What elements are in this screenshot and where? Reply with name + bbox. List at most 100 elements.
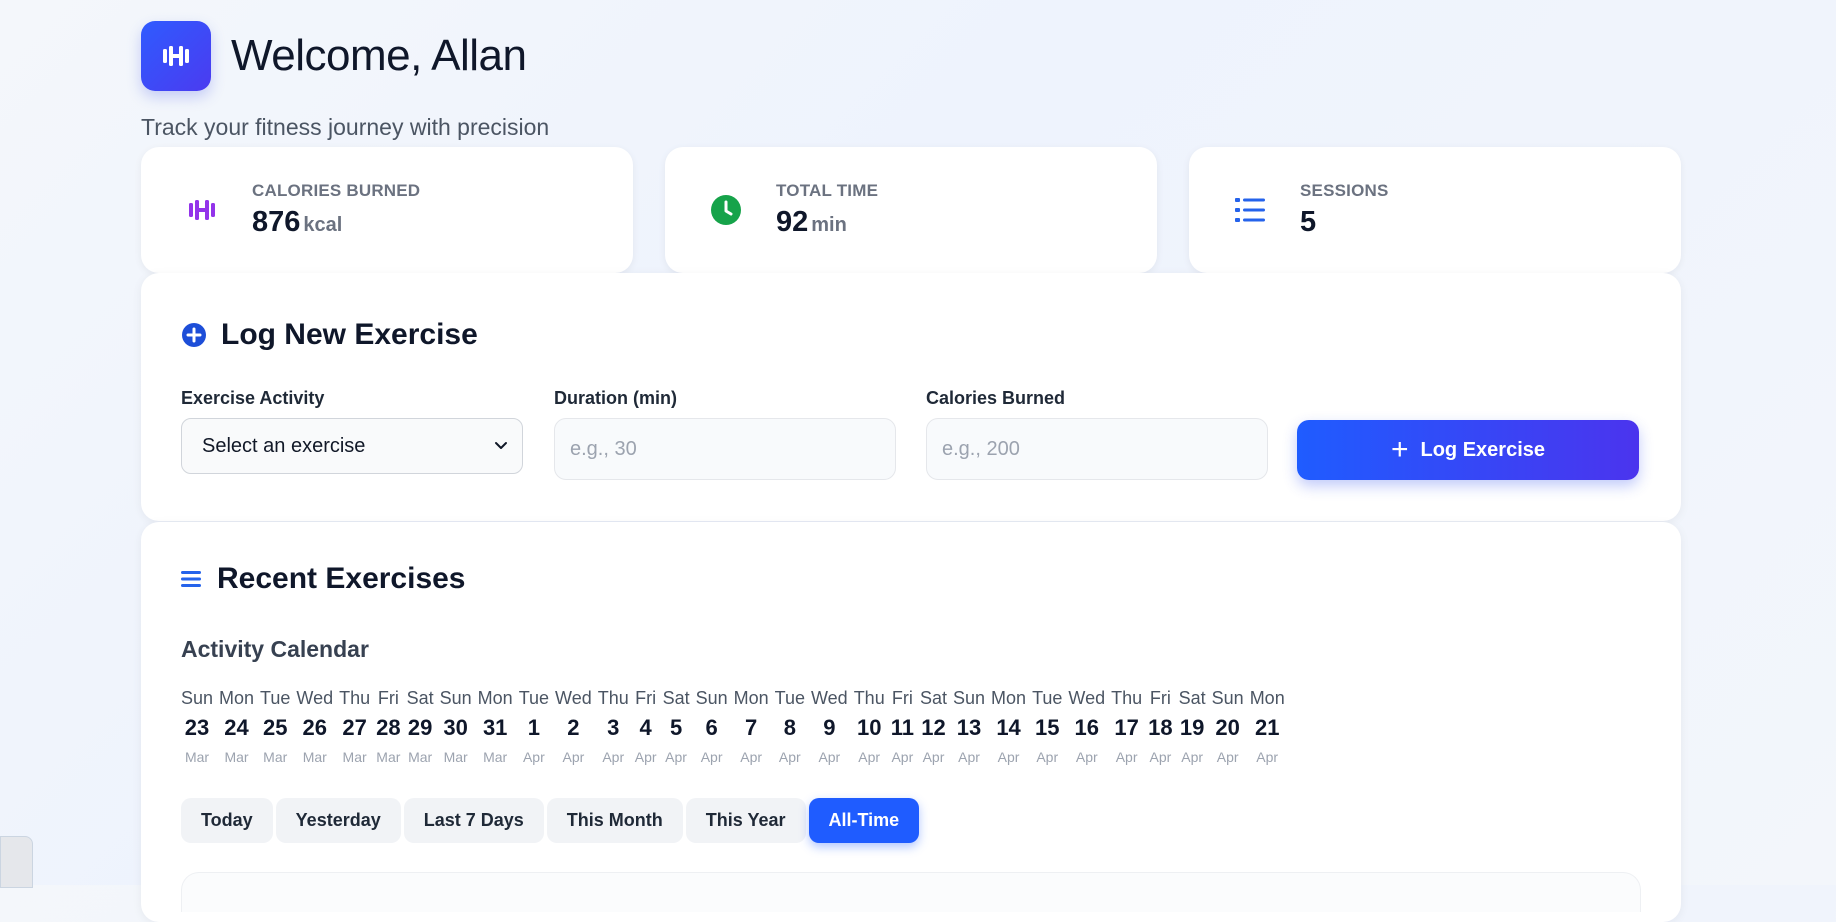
calendar-day[interactable]: Wed 9 Apr	[811, 688, 848, 765]
plus-circle-icon	[182, 323, 206, 347]
clock-icon	[706, 190, 746, 230]
duration-input[interactable]: e.g., 30	[554, 418, 896, 480]
calendar-day[interactable]: Sun 20 Apr	[1212, 688, 1244, 765]
calendar-day-month: Apr	[958, 749, 980, 765]
filter-button-last-7-days[interactable]: Last 7 Days	[403, 798, 544, 843]
recent-exercises-title: Recent Exercises	[217, 562, 466, 595]
calendar-day-weekday: Wed	[811, 688, 848, 708]
calendar-day[interactable]: Mon 7 Apr	[734, 688, 769, 765]
calendar-day[interactable]: Thu 3 Apr	[598, 688, 629, 765]
calendar-day-weekday: Wed	[555, 688, 592, 708]
log-exercise-panel: Log New Exercise Exercise Activity Selec…	[141, 273, 1681, 521]
calendar-day[interactable]: Sat 5 Apr	[663, 688, 690, 765]
calendar-day[interactable]: Sun 6 Apr	[696, 688, 728, 765]
calendar-day-month: Mar	[443, 749, 468, 765]
calendar-day-date: 2	[567, 715, 580, 740]
calendar-day[interactable]: Mon 31 Mar	[478, 688, 513, 765]
stat-value: 5	[1300, 206, 1317, 238]
calendar-day-date: 25	[262, 715, 288, 740]
stat-unit: min	[811, 214, 847, 236]
calendar-day-weekday: Tue	[774, 688, 805, 708]
dumbbell-icon	[163, 46, 189, 66]
calendar-day[interactable]: Thu 17 Apr	[1111, 688, 1142, 765]
calendar-day[interactable]: Mon 24 Mar	[219, 688, 254, 765]
calendar-day-weekday: Fri	[891, 688, 913, 708]
calendar-day-month: Apr	[700, 749, 723, 765]
calendar-day[interactable]: Tue 8 Apr	[775, 688, 805, 765]
activity-calendar: Sun 23 Mar Mon 24 Mar Tue 25 Mar Wed 26 Mar Thu 27 Mar…	[181, 688, 1291, 765]
calendar-day-weekday: Thu	[853, 688, 885, 708]
calendar-day-date: 13	[956, 715, 982, 740]
activity-calendar-title: Activity Calendar	[181, 636, 369, 662]
exercise-select[interactable]: Select an exercise	[181, 418, 523, 474]
calendar-day-month: Mar	[184, 749, 210, 765]
calendar-day-month: Apr	[1181, 749, 1204, 765]
calendar-day-weekday: Tue	[518, 688, 550, 708]
calendar-day[interactable]: Fri 18 Apr	[1148, 688, 1172, 765]
calendar-day[interactable]: Thu 27 Mar	[339, 688, 370, 765]
stat-value: 92 min	[776, 206, 847, 238]
calendar-day-weekday: Mon	[1249, 688, 1285, 708]
calendar-day-weekday: Fri	[635, 688, 657, 708]
calendar-day-date: 18	[1148, 715, 1173, 740]
calendar-day[interactable]: Fri 28 Mar	[376, 688, 400, 765]
stat-value: 876 kcal	[252, 206, 343, 238]
stat-label: CALORIES BURNED	[252, 181, 421, 200]
dumbbell-icon	[182, 190, 222, 230]
calendar-day[interactable]: Sun 23 Mar	[181, 688, 213, 765]
calendar-day[interactable]: Mon 21 Apr	[1250, 688, 1285, 765]
calendar-day-date: 30	[443, 715, 468, 740]
calendar-day-month: Apr	[922, 749, 945, 765]
chevron-down-icon	[495, 442, 507, 449]
calendar-day-month: Apr	[1075, 749, 1098, 765]
calendar-day[interactable]: Sat 29 Mar	[407, 688, 434, 765]
calendar-day-date: 9	[823, 715, 836, 740]
calendar-day[interactable]: Fri 4 Apr	[635, 688, 657, 765]
calendar-day[interactable]: Sat 12 Apr	[920, 688, 947, 765]
calendar-day-date: 27	[342, 715, 367, 740]
calendar-day-date: 16	[1074, 715, 1099, 740]
calories-input[interactable]: e.g., 200	[926, 418, 1268, 480]
calendar-day-weekday: Mon	[991, 688, 1027, 708]
calendar-day-date: 6	[705, 715, 718, 740]
subtitle: Track your fitness journey with precisio…	[141, 114, 550, 140]
calendar-day[interactable]: Wed 16 Apr	[1068, 688, 1105, 765]
calendar-day-weekday: Fri	[1149, 688, 1171, 708]
calendar-day-month: Apr	[778, 749, 801, 765]
log-exercise-button[interactable]: + Log Exercise	[1297, 420, 1639, 480]
calendar-day[interactable]: Tue 25 Mar	[260, 688, 290, 765]
calendar-day[interactable]: Mon 14 Apr	[991, 688, 1026, 765]
calendar-day-date: 17	[1114, 715, 1139, 740]
calendar-day[interactable]: Thu 10 Apr	[854, 688, 885, 765]
filter-button-yesterday[interactable]: Yesterday	[275, 798, 401, 843]
calendar-day-weekday: Sun	[181, 688, 214, 708]
filter-button-today[interactable]: Today	[181, 798, 273, 843]
filter-button-all-time[interactable]: All-Time	[808, 798, 920, 843]
calendar-day-weekday: Sat	[662, 688, 690, 708]
filter-button-this-month[interactable]: This Month	[546, 798, 683, 843]
calendar-day[interactable]: Wed 26 Mar	[296, 688, 333, 765]
calendar-day[interactable]: Wed 2 Apr	[555, 688, 592, 765]
calendar-day-date: 3	[607, 715, 620, 740]
list-lines-icon	[181, 571, 201, 587]
calendar-day[interactable]: Fri 11 Apr	[891, 688, 914, 765]
calendar-day[interactable]: Sun 13 Apr	[953, 688, 985, 765]
calendar-day-weekday: Thu	[1111, 688, 1143, 708]
calendar-day-date: 20	[1215, 715, 1240, 740]
calendar-day-date: 10	[856, 715, 882, 740]
calendar-day-month: Apr	[997, 749, 1020, 765]
calendar-day-date: 29	[407, 715, 433, 740]
calendar-day[interactable]: Tue 15 Apr	[1032, 688, 1062, 765]
calendar-day-month: Mar	[224, 749, 249, 765]
calendar-day-date: 23	[184, 715, 210, 740]
calendar-day[interactable]: Sat 19 Apr	[1179, 688, 1206, 765]
calendar-day-weekday: Tue	[1032, 688, 1063, 708]
corner-widget[interactable]	[0, 836, 33, 888]
duration-label: Duration (min)	[554, 388, 677, 408]
filter-button-this-year[interactable]: This Year	[685, 798, 806, 843]
log-exercise-button-label: Log Exercise	[1420, 438, 1546, 461]
calendar-day-month: Mar	[376, 749, 401, 765]
calendar-day-date: 8	[783, 715, 796, 740]
calendar-day[interactable]: Tue 1 Apr	[519, 688, 549, 765]
calendar-day[interactable]: Sun 30 Mar	[440, 688, 472, 765]
